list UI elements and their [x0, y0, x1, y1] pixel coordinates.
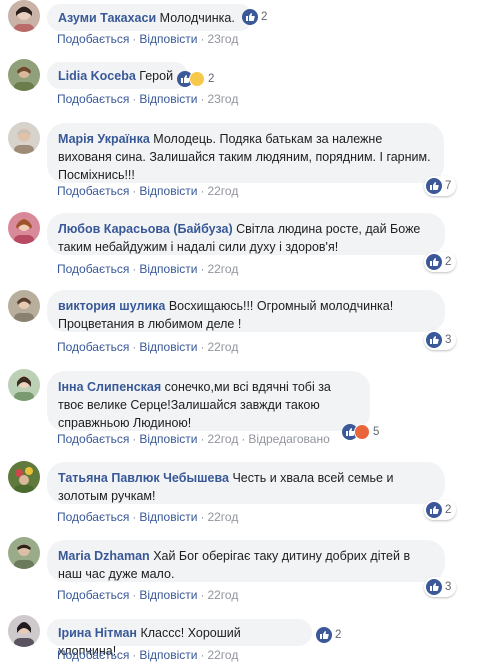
reaction-count: 2 — [261, 11, 268, 23]
comment-author[interactable]: Інна Слипенская — [58, 380, 161, 394]
avatar[interactable] — [8, 615, 40, 647]
comment-bubble: Lidia Koceba Герой — [47, 62, 188, 89]
comment-bubble: Любов Карасьова (Байбуза) Світла людина … — [47, 213, 445, 255]
reply-link[interactable]: Відповісти — [139, 510, 197, 524]
like-link[interactable]: Подобається — [57, 32, 129, 46]
reaction-summary[interactable]: 2 — [424, 500, 457, 520]
reaction-count: 2 — [445, 504, 452, 516]
reaction-count: 2 — [335, 629, 342, 641]
comment-actions: Подобається · Відповісти · 22год — [57, 340, 239, 354]
reaction-count: 3 — [445, 581, 452, 593]
comment-actions: Подобається · Відповісти · 22год — [57, 648, 239, 662]
like-link[interactable]: Подобається — [57, 92, 129, 106]
reaction-count: 2 — [208, 73, 215, 85]
reply-link[interactable]: Відповісти — [139, 184, 197, 198]
reaction-summary[interactable]: 2 — [424, 252, 457, 272]
comment-bubble: Ірина Нітман Классс! Хороший хлопчина! — [47, 619, 312, 658]
reaction-summary[interactable]: 2 — [316, 626, 341, 644]
reply-link[interactable]: Відповісти — [139, 648, 197, 662]
comment-bubble: Maria Dzhaman Хай Бог оберігає таку дити… — [47, 540, 445, 582]
comment-author[interactable]: Ірина Нітман — [58, 626, 137, 640]
reaction-summary[interactable]: 3 — [424, 577, 457, 597]
comment-time[interactable]: 23год — [207, 32, 238, 46]
comment-text: Герой — [139, 69, 174, 83]
reaction-summary[interactable]: 2 — [177, 70, 214, 88]
comment-time[interactable]: 23год — [207, 92, 238, 106]
comment-author[interactable]: Любов Карасьова (Байбуза) — [58, 222, 233, 236]
comment-time[interactable]: 22год — [207, 262, 238, 276]
like-link[interactable]: Подобається — [57, 262, 129, 276]
comment-author[interactable]: Татьяна Павлюк Чебышева — [58, 471, 229, 485]
reaction-summary[interactable]: 2 — [242, 8, 267, 26]
reaction-count: 7 — [445, 180, 452, 192]
like-reaction-icon — [426, 178, 442, 194]
comment-actions: Подобається · Відповісти · 22год — [57, 510, 239, 524]
comment-bubble: Марія Українка Молодець. Подяка батькам … — [47, 123, 444, 183]
comment-actions: Подобається · Відповісти · 22год · Відредагова… — [57, 432, 330, 446]
avatar[interactable] — [8, 537, 40, 569]
comment-time[interactable]: 22год — [207, 510, 238, 524]
comment-author[interactable]: виктория шулика — [58, 299, 165, 313]
like-link[interactable]: Подобається — [57, 588, 129, 602]
reply-link[interactable]: Відповісти — [139, 432, 197, 446]
comment-actions: Подобається · Відповісти · 23год — [57, 32, 239, 46]
reply-link[interactable]: Відповісти — [139, 340, 197, 354]
like-link[interactable]: Подобається — [57, 340, 129, 354]
reaction-summary[interactable]: 3 — [424, 330, 457, 350]
like-reaction-icon — [426, 579, 442, 595]
like-link[interactable]: Подобається — [57, 510, 129, 524]
avatar[interactable] — [8, 290, 40, 322]
reaction-summary[interactable]: 7 — [424, 176, 457, 196]
comment-time[interactable]: 22год — [207, 184, 238, 198]
comment-bubble: Азуми Такахаси Молодчинка. — [47, 4, 253, 31]
like-link[interactable]: Подобається — [57, 648, 129, 662]
avatar[interactable] — [8, 369, 40, 401]
comment-time[interactable]: 22год — [207, 588, 238, 602]
comment-author[interactable]: Lidia Koceba — [58, 69, 136, 83]
angry-reaction-icon — [354, 424, 370, 440]
reaction-summary[interactable]: 5 — [342, 423, 379, 441]
reply-link[interactable]: Відповісти — [139, 32, 197, 46]
comment-actions: Подобається · Відповісти · 22год — [57, 588, 239, 602]
avatar[interactable] — [8, 122, 40, 154]
comment-time[interactable]: 22год — [207, 648, 238, 662]
like-reaction-icon — [426, 502, 442, 518]
comment-text: Молодчинка. — [159, 11, 235, 25]
comment-author[interactable]: Maria Dzhaman — [58, 549, 150, 563]
reply-link[interactable]: Відповісти — [139, 588, 197, 602]
comment-author[interactable]: Марія Українка — [58, 132, 150, 146]
comment-author[interactable]: Азуми Такахаси — [58, 11, 156, 25]
like-reaction-icon — [316, 627, 332, 643]
reply-link[interactable]: Відповісти — [139, 92, 197, 106]
comment-bubble: виктория шулика Восхищаюсь!!! Огромный м… — [47, 290, 445, 332]
reaction-count: 3 — [445, 334, 452, 346]
reaction-count: 2 — [445, 256, 452, 268]
avatar[interactable] — [8, 461, 40, 493]
comment-actions: Подобається · Відповісти · 22год — [57, 262, 239, 276]
comment-bubble: Інна Слипенская сонечко,ми всі вдячні то… — [47, 371, 370, 431]
avatar[interactable] — [8, 0, 40, 32]
comment-time[interactable]: 22год — [207, 432, 238, 446]
comment-bubble: Татьяна Павлюк Чебышева Честь и хвала вс… — [47, 462, 445, 504]
comment-actions: Подобається · Відповісти · 22год — [57, 184, 239, 198]
avatar[interactable] — [8, 212, 40, 244]
like-reaction-icon — [426, 254, 442, 270]
like-reaction-icon — [242, 9, 258, 25]
reply-link[interactable]: Відповісти — [139, 262, 197, 276]
sad-reaction-icon — [189, 71, 205, 87]
avatar[interactable] — [8, 59, 40, 91]
comment-time[interactable]: 22год — [207, 340, 238, 354]
like-link[interactable]: Подобається — [57, 184, 129, 198]
reaction-count: 5 — [373, 426, 380, 438]
like-reaction-icon — [426, 332, 442, 348]
like-link[interactable]: Подобається — [57, 432, 129, 446]
comment-actions: Подобається · Відповісти · 23год — [57, 92, 239, 106]
edited-label[interactable]: Відредаговано — [248, 432, 329, 446]
